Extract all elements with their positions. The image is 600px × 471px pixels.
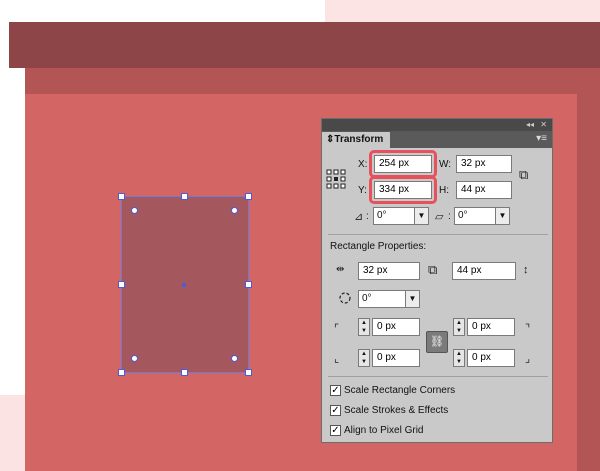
rotate-arc-icon — [339, 292, 351, 304]
h-label: H: — [439, 185, 449, 196]
w-label: W: — [439, 159, 452, 170]
divider — [328, 376, 548, 377]
corner-tr-stepper[interactable]: ▲ ▼ — [453, 318, 465, 336]
corner-widget-top-right[interactable] — [231, 207, 238, 214]
h-field[interactable]: 44 px — [456, 181, 512, 199]
shear-label: : — [448, 211, 451, 222]
rect-width-field[interactable]: 32 px — [358, 262, 420, 280]
collapse-icon[interactable]: ◂◂ — [526, 119, 534, 131]
align-pixel-grid-checkbox[interactable]: ✓ — [330, 425, 341, 436]
handle-middle-right[interactable] — [245, 281, 252, 288]
width-icon: ⇹ — [336, 264, 345, 275]
constrain-proportions-icon[interactable]: ⧉ — [519, 168, 528, 181]
chevron-down-icon: ▼ — [495, 208, 509, 224]
panel-tab-row: ⇕Transform ▾≡ — [322, 131, 552, 148]
chevron-down-icon: ▼ — [414, 208, 428, 224]
panel-menu-icon[interactable]: ▾≡ — [536, 133, 547, 145]
handle-bottom-left[interactable] — [118, 369, 125, 376]
rect-height-field[interactable]: 44 px — [452, 262, 516, 280]
rotate-dropdown[interactable]: 0° ▼ — [373, 207, 429, 225]
highlight-y — [369, 176, 437, 204]
tab-transform[interactable]: ⇕Transform — [322, 132, 390, 148]
center-point — [182, 283, 186, 287]
height-icon: ↕ — [523, 264, 529, 276]
close-icon[interactable]: ✕ — [540, 119, 547, 131]
chevron-down-icon: ▼ — [405, 291, 419, 307]
link-corners-icon[interactable]: ⛓ — [426, 331, 448, 353]
highlight-x — [369, 150, 437, 178]
align-pixel-grid-label: Align to Pixel Grid — [344, 425, 424, 436]
corner-widget-top-left[interactable] — [131, 207, 138, 214]
artwork-dark-band — [9, 22, 600, 68]
transform-panel: ◂◂ ✕ ⇕Transform ▾≡ X: 254 px W: 32 px Y:… — [321, 118, 553, 443]
w-field[interactable]: 32 px — [456, 155, 512, 173]
rotate-icon: ⊿ — [354, 211, 364, 223]
x-label: X: — [358, 159, 368, 170]
rectangle-properties-label: Rectangle Properties: — [330, 241, 427, 252]
corner-widget-bottom-right[interactable] — [231, 355, 238, 362]
handle-top-center[interactable] — [181, 193, 188, 200]
corner-tl-stepper[interactable]: ▲ ▼ — [358, 318, 370, 336]
handle-bottom-center[interactable] — [181, 369, 188, 376]
handle-bottom-right[interactable] — [245, 369, 252, 376]
corner-bl-stepper[interactable]: ▲ ▼ — [358, 349, 370, 367]
background-pink-top — [325, 0, 600, 22]
reference-point-icon[interactable] — [326, 169, 346, 189]
corner-br-stepper[interactable]: ▲ ▼ — [453, 349, 465, 367]
divider — [328, 234, 548, 235]
corner-bl-field[interactable]: 0 px — [372, 349, 420, 367]
corner-tr-field[interactable]: 0 px — [467, 318, 515, 336]
scale-corners-label: Scale Rectangle Corners — [344, 385, 456, 396]
corner-br-field[interactable]: 0 px — [467, 349, 515, 367]
corner-type-br-icon[interactable]: ⌟ — [525, 353, 530, 365]
corner-type-bl-icon[interactable]: ⌞ — [334, 353, 339, 365]
rotate-label: : — [366, 211, 369, 222]
handle-middle-left[interactable] — [118, 281, 125, 288]
scale-corners-checkbox[interactable]: ✓ — [330, 385, 341, 396]
shear-icon: ▱ — [435, 211, 444, 223]
scale-strokes-checkbox[interactable]: ✓ — [330, 405, 341, 416]
shear-dropdown[interactable]: 0° ▼ — [454, 207, 510, 225]
corner-widget-bottom-left[interactable] — [131, 355, 138, 362]
panel-title-bar[interactable]: ◂◂ ✕ — [322, 119, 552, 131]
handle-top-right[interactable] — [245, 193, 252, 200]
corner-tl-field[interactable]: 0 px — [372, 318, 420, 336]
y-label: Y: — [358, 185, 367, 196]
link-icon[interactable]: ⧉ — [428, 263, 437, 276]
handle-top-left[interactable] — [118, 193, 125, 200]
corner-type-tr-icon[interactable]: ⌝ — [525, 323, 530, 335]
corner-type-tl-icon[interactable]: ⌜ — [334, 323, 339, 335]
scale-strokes-label: Scale Strokes & Effects — [344, 405, 449, 416]
rect-angle-dropdown[interactable]: 0° ▼ — [358, 290, 420, 308]
